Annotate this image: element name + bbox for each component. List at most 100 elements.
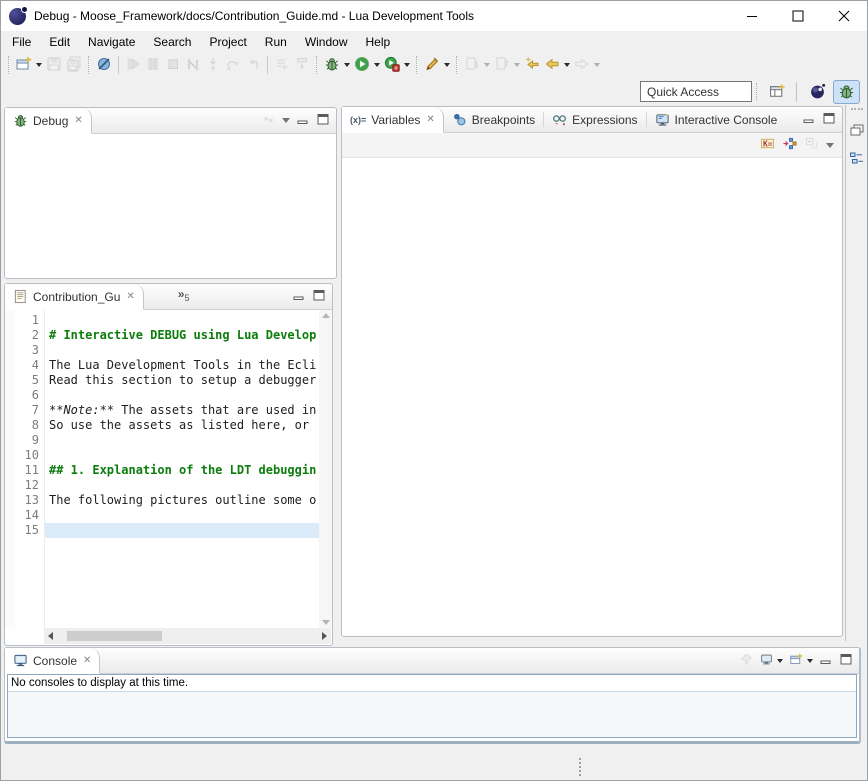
- open-console-icon[interactable]: [790, 653, 813, 669]
- open-perspective-button[interactable]: [764, 80, 791, 104]
- maximize-view-icon[interactable]: [823, 112, 836, 128]
- scroll-down-icon[interactable]: [322, 620, 330, 625]
- menu-window[interactable]: Window: [296, 33, 357, 51]
- chevron-down-icon[interactable]: [564, 63, 570, 67]
- restore-view-icon[interactable]: [849, 122, 865, 141]
- view-menu-icon[interactable]: [282, 118, 290, 123]
- menu-project[interactable]: Project: [200, 33, 255, 51]
- scroll-up-icon[interactable]: [322, 313, 330, 318]
- show-logical-structures-icon[interactable]: [782, 136, 797, 154]
- use-step-filters-icon: [274, 56, 290, 75]
- suspend-icon: [145, 56, 161, 75]
- menu-file[interactable]: File: [3, 33, 40, 51]
- quick-access-input[interactable]: Quick Access: [640, 81, 752, 102]
- scrollbar-thumb[interactable]: [67, 631, 162, 641]
- close-icon[interactable]: ✕: [126, 291, 134, 302]
- tab-label: Console: [33, 654, 77, 668]
- last-edit-location-button[interactable]: [522, 54, 542, 76]
- menu-navigate[interactable]: Navigate: [79, 33, 144, 51]
- chevron-down-icon[interactable]: [444, 63, 450, 67]
- chevron-down-icon[interactable]: [36, 63, 42, 67]
- run-button[interactable]: [352, 54, 382, 76]
- editor-vertical-scrollbar[interactable]: [319, 310, 332, 628]
- scroll-left-icon[interactable]: [48, 632, 53, 640]
- maximize-view-icon[interactable]: [840, 653, 853, 669]
- chevron-down-icon[interactable]: [484, 63, 490, 67]
- maximize-view-icon[interactable]: [317, 113, 330, 129]
- close-icon[interactable]: ✕: [426, 114, 434, 125]
- tab-debug[interactable]: Debug ✕: [5, 108, 92, 134]
- minimize-view-icon[interactable]: [293, 289, 306, 305]
- outline-view-icon[interactable]: [849, 151, 865, 170]
- display-selected-console-icon[interactable]: [760, 653, 783, 669]
- maximize-view-icon[interactable]: [313, 289, 326, 305]
- console-content[interactable]: No consoles to display at this time.: [7, 674, 857, 738]
- window-minimize-button[interactable]: [729, 1, 775, 31]
- chevron-down-icon[interactable]: [514, 63, 520, 67]
- tab-breakpoints[interactable]: Breakpoints: [444, 107, 543, 132]
- tab-expressions[interactable]: Expressions: [544, 107, 645, 132]
- run-icon: [354, 56, 370, 75]
- editor-horizontal-scrollbar[interactable]: [44, 628, 331, 644]
- trim-drag-handle[interactable]: [851, 108, 863, 112]
- menu-help[interactable]: Help: [357, 33, 400, 51]
- console-view: Console ✕ No consoles to display at this…: [4, 647, 861, 744]
- remove-all-terminated-icon[interactable]: [262, 113, 275, 129]
- skip-all-breakpoints-button[interactable]: [94, 54, 114, 76]
- pin-console-icon[interactable]: [740, 653, 753, 669]
- chevron-down-icon[interactable]: [594, 63, 600, 67]
- new-wizard-button[interactable]: [14, 54, 44, 76]
- tab-interactive-console[interactable]: Interactive Console: [647, 107, 786, 132]
- tab-label: Breakpoints: [472, 113, 535, 127]
- editor-text-segment: ## 1. Explanation of the LDT debuggin: [49, 463, 316, 477]
- debug-button[interactable]: [322, 54, 352, 76]
- back-button[interactable]: [542, 54, 572, 76]
- tab-label: Expressions: [572, 113, 637, 127]
- external-tools-button[interactable]: [422, 54, 452, 76]
- hidden-editors-chevron[interactable]: »5: [178, 284, 190, 309]
- collapse-all-icon[interactable]: [804, 136, 819, 154]
- editor-text-area[interactable]: # Interactive DEBUG using Lua DevelopThe…: [44, 310, 319, 628]
- save-all-icon: [66, 56, 82, 75]
- step-over-button: [223, 54, 243, 76]
- minimize-view-icon[interactable]: [820, 653, 833, 669]
- debug-perspective-button[interactable]: [833, 80, 860, 104]
- chevron-down-icon[interactable]: [374, 63, 380, 67]
- disconnect-button: [183, 54, 203, 76]
- workbench-area: Debug ✕ Contribution_Gu ✕: [1, 105, 867, 746]
- close-icon[interactable]: ✕: [83, 655, 91, 666]
- toolbar-separator: [118, 56, 119, 74]
- debug-view-content[interactable]: [5, 134, 336, 278]
- variables-icon: (x)=: [350, 115, 366, 125]
- variables-content[interactable]: [342, 158, 842, 636]
- editor-line: The following pictures outline some o: [45, 493, 319, 508]
- minimize-view-icon[interactable]: [803, 112, 816, 128]
- step-return-button: [243, 54, 263, 76]
- tab-variables[interactable]: (x)= Variables ✕: [342, 107, 444, 133]
- int-console-icon: [655, 112, 670, 127]
- bp-icon-icon: [452, 112, 467, 127]
- menu-run[interactable]: Run: [256, 33, 296, 51]
- menu-search[interactable]: Search: [144, 33, 200, 51]
- status-bar-drag-handle[interactable]: [579, 758, 583, 776]
- tab-console[interactable]: Console ✕: [5, 648, 100, 674]
- line-number: 13: [15, 493, 39, 508]
- menu-edit[interactable]: Edit: [40, 33, 79, 51]
- annotation-ruler: [5, 310, 15, 628]
- scroll-right-icon[interactable]: [322, 632, 327, 640]
- tab-label: Variables: [371, 113, 420, 127]
- show-type-names-icon[interactable]: K=: [760, 136, 775, 154]
- minimize-view-icon[interactable]: [297, 113, 310, 129]
- window-close-button[interactable]: [821, 1, 867, 31]
- chevron-down-icon[interactable]: [404, 63, 410, 67]
- run-last-coverage-button[interactable]: [382, 54, 412, 76]
- title-bar: Debug - Moose_Framework/docs/Contributio…: [1, 1, 867, 31]
- close-icon[interactable]: ✕: [74, 115, 82, 126]
- forward-icon: [574, 56, 590, 75]
- view-menu-icon[interactable]: [826, 143, 834, 148]
- window-maximize-button[interactable]: [775, 1, 821, 31]
- chevron-down-icon[interactable]: [344, 63, 350, 67]
- tab-editor-contribution-guide[interactable]: Contribution_Gu ✕: [5, 284, 144, 310]
- lua-perspective-button[interactable]: [804, 80, 831, 104]
- line-number: 15: [15, 523, 39, 538]
